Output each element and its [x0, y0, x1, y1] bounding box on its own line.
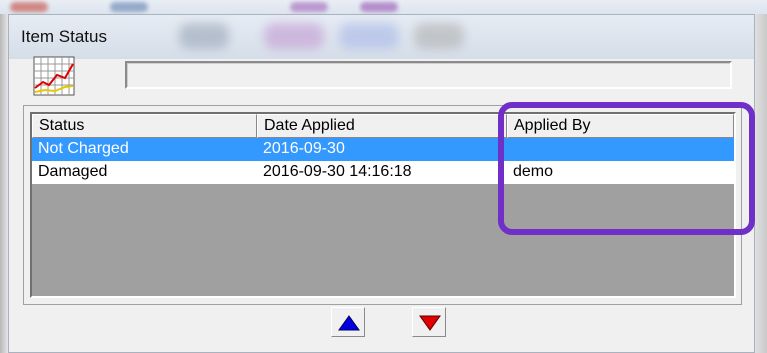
blurred-toolbar-icon — [264, 23, 324, 49]
line-chart-icon[interactable] — [33, 56, 75, 96]
blurred-toolbar-icon — [414, 23, 464, 49]
background-app-edge — [0, 14, 8, 353]
dialog-titlebar[interactable]: Item Status — [9, 15, 754, 59]
move-up-button[interactable] — [331, 307, 365, 337]
blurred-toolbar-icon — [179, 23, 229, 49]
background-app-edge — [755, 14, 767, 353]
blurred-toolbar-icon — [10, 2, 48, 12]
status-text-field[interactable] — [125, 61, 732, 89]
column-header-status[interactable]: Status — [32, 114, 257, 138]
highlight-annotation — [498, 102, 755, 235]
cell-status: Damaged — [38, 163, 108, 180]
move-down-button[interactable] — [412, 307, 446, 337]
blurred-toolbar-icon — [339, 23, 399, 49]
blurred-toolbar-icon — [360, 2, 398, 12]
blurred-toolbar-icon — [110, 2, 148, 12]
column-header-date-applied[interactable]: Date Applied — [257, 114, 507, 138]
cell-status: Not Charged — [38, 140, 129, 157]
blurred-toolbar-icon — [290, 2, 328, 12]
background-app-toolbar — [0, 0, 767, 14]
cell-date-applied: 2016-09-30 — [263, 140, 345, 157]
up-arrow-icon — [338, 315, 360, 331]
dialog-title: Item Status — [21, 27, 107, 46]
cell-date-applied: 2016-09-30 14:16:18 — [263, 163, 412, 180]
down-arrow-icon — [419, 315, 441, 331]
